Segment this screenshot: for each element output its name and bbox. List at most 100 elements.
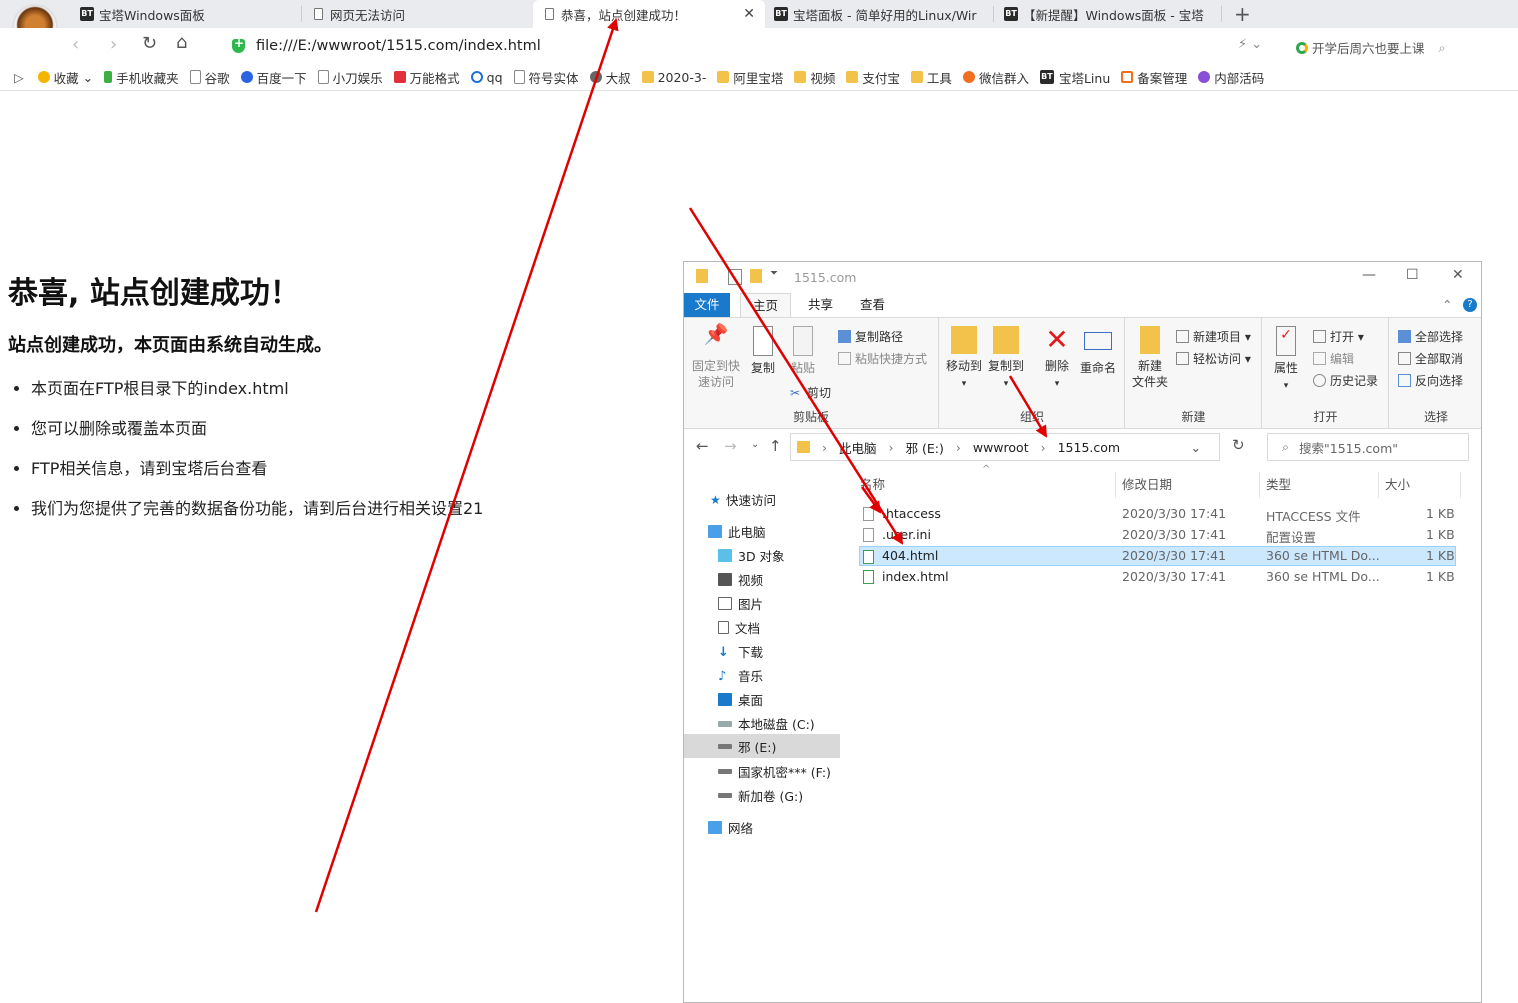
nav-item-desktop[interactable]: 桌面 xyxy=(718,690,763,709)
breadcrumb-item[interactable]: wwwroot xyxy=(973,440,1029,455)
bookmark-item[interactable]: 备案管理 xyxy=(1121,68,1187,87)
lightning-icon[interactable]: ⚡ ⌄ xyxy=(1238,37,1262,52)
new-folder-button[interactable]: 新建 文件夹 xyxy=(1130,326,1170,390)
minimize-icon[interactable]: — xyxy=(1362,267,1376,283)
customize-toolbar-icon[interactable]: ⏷ xyxy=(770,268,778,279)
bookmark-item[interactable]: 符号实体 xyxy=(513,68,579,87)
nav-item-pictures[interactable]: 图片 xyxy=(718,594,763,613)
collapse-ribbon-icon[interactable]: ⌃ xyxy=(1442,297,1452,312)
move-to-button[interactable]: 移动到 ▾ xyxy=(944,326,984,392)
search-box[interactable]: 开学后周六也要上课 ⌕ xyxy=(1296,38,1446,57)
nav-item-downloads[interactable]: ↓ 下载 xyxy=(718,642,763,661)
paste-button[interactable]: 粘贴 xyxy=(788,326,818,376)
reload-icon[interactable]: ↻ xyxy=(142,33,157,54)
copy-path-button[interactable]: 复制路径 xyxy=(838,328,903,345)
search-icon[interactable]: ⌕ xyxy=(1439,40,1446,56)
breadcrumb-item[interactable]: 此电脑 xyxy=(839,438,877,457)
back-icon[interactable]: ‹ xyxy=(72,34,79,55)
url-text[interactable]: file:///E:/wwwroot/1515.com/index.html xyxy=(256,38,541,54)
bookmark-item[interactable]: 万能格式 xyxy=(393,68,460,87)
recent-locations-icon[interactable]: ⌄ xyxy=(751,439,759,450)
column-header-date[interactable]: 修改日期 xyxy=(1116,472,1260,498)
help-icon[interactable]: ? xyxy=(1463,298,1477,312)
breadcrumb-item[interactable]: 邪 (E:) xyxy=(906,438,944,457)
bookmark-item[interactable]: 手机收藏夹 xyxy=(104,68,179,87)
tab-share[interactable]: 共享 xyxy=(796,293,845,317)
properties-icon[interactable] xyxy=(728,269,742,285)
tab-site-created[interactable]: 恭喜，站点创建成功！ ✕ xyxy=(533,0,765,28)
bookmark-item[interactable]: 视频 xyxy=(794,68,835,87)
nav-item-3d-objects[interactable]: 3D 对象 xyxy=(718,546,785,565)
bookmark-item[interactable]: 小刀娱乐 xyxy=(317,68,383,87)
select-none-button[interactable]: 全部取消 xyxy=(1398,350,1463,367)
tab-home[interactable]: 主页 xyxy=(740,293,792,318)
bookmark-item[interactable]: 内部活码 xyxy=(1198,68,1264,87)
new-folder-icon[interactable] xyxy=(750,269,762,283)
nav-item-documents[interactable]: 文档 xyxy=(718,618,760,637)
nav-item-drive-e[interactable]: 邪 (E:) xyxy=(684,734,840,758)
bookmark-item[interactable]: 大叔 xyxy=(589,68,631,87)
search-input[interactable]: ⌕ 搜索"1515.com" xyxy=(1267,433,1469,461)
chevron-down-icon[interactable]: ⌄ xyxy=(1191,440,1201,455)
rename-button[interactable]: 重命名 xyxy=(1076,326,1120,376)
nav-item-quick-access[interactable]: ★ 快速访问 xyxy=(710,490,776,509)
sidebar-toggle-icon[interactable]: ▷ xyxy=(14,70,24,85)
tab-unreachable[interactable]: 网页无法访问 xyxy=(302,0,532,28)
breadcrumb[interactable]: › 此电脑 › 邪 (E:) › wwwroot › 1515.com ⌄ xyxy=(790,433,1220,461)
pin-quick-access-button[interactable]: 📌 固定到快 速访问 xyxy=(690,324,742,390)
bookmark-item[interactable]: 工具 xyxy=(910,68,952,87)
close-icon[interactable]: ✕ xyxy=(743,6,755,22)
tab-bt-windows[interactable]: BT 宝塔Windows面板 xyxy=(72,0,302,28)
tab-bt-linux[interactable]: BT 宝塔面板 - 简单好用的Linux/Wir xyxy=(766,0,994,28)
history-button[interactable]: 历史记录 xyxy=(1313,372,1378,389)
breadcrumb-item[interactable]: 1515.com xyxy=(1058,440,1120,455)
bookmark-item[interactable]: 微信群入 xyxy=(962,68,1029,87)
copy-button[interactable]: 复制 xyxy=(748,326,778,376)
maximize-icon[interactable]: ☐ xyxy=(1406,267,1419,283)
bookmark-item[interactable]: BT 宝塔Linu xyxy=(1039,68,1110,87)
cut-button[interactable]: ✂ 剪切 xyxy=(790,384,831,401)
back-icon[interactable]: ← xyxy=(696,437,709,455)
bookmark-item[interactable]: 阿里宝塔 xyxy=(717,68,783,87)
file-row[interactable]: .user.ini 2020/3/30 17:41 配置设置 1 KB xyxy=(859,525,1456,545)
bookmark-item[interactable]: 谷歌 xyxy=(189,68,230,87)
file-row[interactable]: index.html 2020/3/30 17:41 360 se HTML D… xyxy=(859,567,1456,587)
file-row-selected[interactable]: 404.html 2020/3/30 17:41 360 se HTML Do.… xyxy=(859,546,1456,566)
copy-to-button[interactable]: 复制到 ▾ xyxy=(986,326,1026,392)
bookmark-item[interactable]: 2020-3- xyxy=(641,70,706,85)
nav-item-music[interactable]: ♪ 音乐 xyxy=(718,666,763,685)
properties-button[interactable]: ✓ 属性 ▾ xyxy=(1269,326,1303,394)
home-icon[interactable]: ⌂ xyxy=(176,32,187,53)
nav-item-this-pc[interactable]: 此电脑 xyxy=(708,522,766,541)
column-header-name[interactable]: 名称 xyxy=(854,472,1116,498)
bookmark-item[interactable]: 百度一下 xyxy=(240,68,307,87)
nav-item-network[interactable]: 网络 xyxy=(708,818,753,837)
nav-item-drive-g[interactable]: 新加卷 (G:) xyxy=(718,786,803,805)
tab-bt-forum[interactable]: BT 【新提醒】Windows面板 - 宝塔 xyxy=(996,0,1222,28)
column-header-size[interactable]: 大小 xyxy=(1379,472,1461,498)
invert-selection-button[interactable]: 反向选择 xyxy=(1398,372,1463,389)
new-item-button[interactable]: 新建项目 ▾ xyxy=(1176,328,1251,345)
refresh-icon[interactable]: ↻ xyxy=(1232,436,1245,454)
easy-access-button[interactable]: 轻松访问 ▾ xyxy=(1176,350,1251,367)
file-row[interactable]: .htaccess 2020/3/30 17:41 HTACCESS 文件 1 … xyxy=(859,504,1456,524)
bookmark-item[interactable]: 收藏 ⌄ xyxy=(37,68,93,87)
nav-item-drive-c[interactable]: 本地磁盘 (C:) xyxy=(718,714,815,733)
nav-item-videos[interactable]: 视频 xyxy=(718,570,763,589)
bookmark-item[interactable]: qq xyxy=(470,70,503,85)
forward-icon[interactable]: → xyxy=(724,437,737,455)
new-tab-button[interactable]: + xyxy=(1234,2,1251,26)
select-all-button[interactable]: 全部选择 xyxy=(1398,328,1463,345)
column-header-type[interactable]: 类型 xyxy=(1260,472,1379,498)
paste-shortcut-button[interactable]: 粘贴快捷方式 xyxy=(838,350,927,367)
delete-button[interactable]: ✕ 删除 ▾ xyxy=(1040,326,1074,392)
bookmark-item[interactable]: 支付宝 xyxy=(846,68,900,87)
edit-button[interactable]: 编辑 xyxy=(1313,350,1354,367)
up-icon[interactable]: ↑ xyxy=(769,437,782,455)
close-icon[interactable]: ✕ xyxy=(1452,267,1464,283)
forward-icon[interactable]: › xyxy=(110,34,117,55)
tab-file[interactable]: 文件 xyxy=(684,293,730,317)
tab-view[interactable]: 查看 xyxy=(848,293,897,317)
open-button[interactable]: 打开 ▾ xyxy=(1313,328,1364,345)
address-bar[interactable]: file:///E:/wwwroot/1515.com/index.html xyxy=(232,34,541,58)
